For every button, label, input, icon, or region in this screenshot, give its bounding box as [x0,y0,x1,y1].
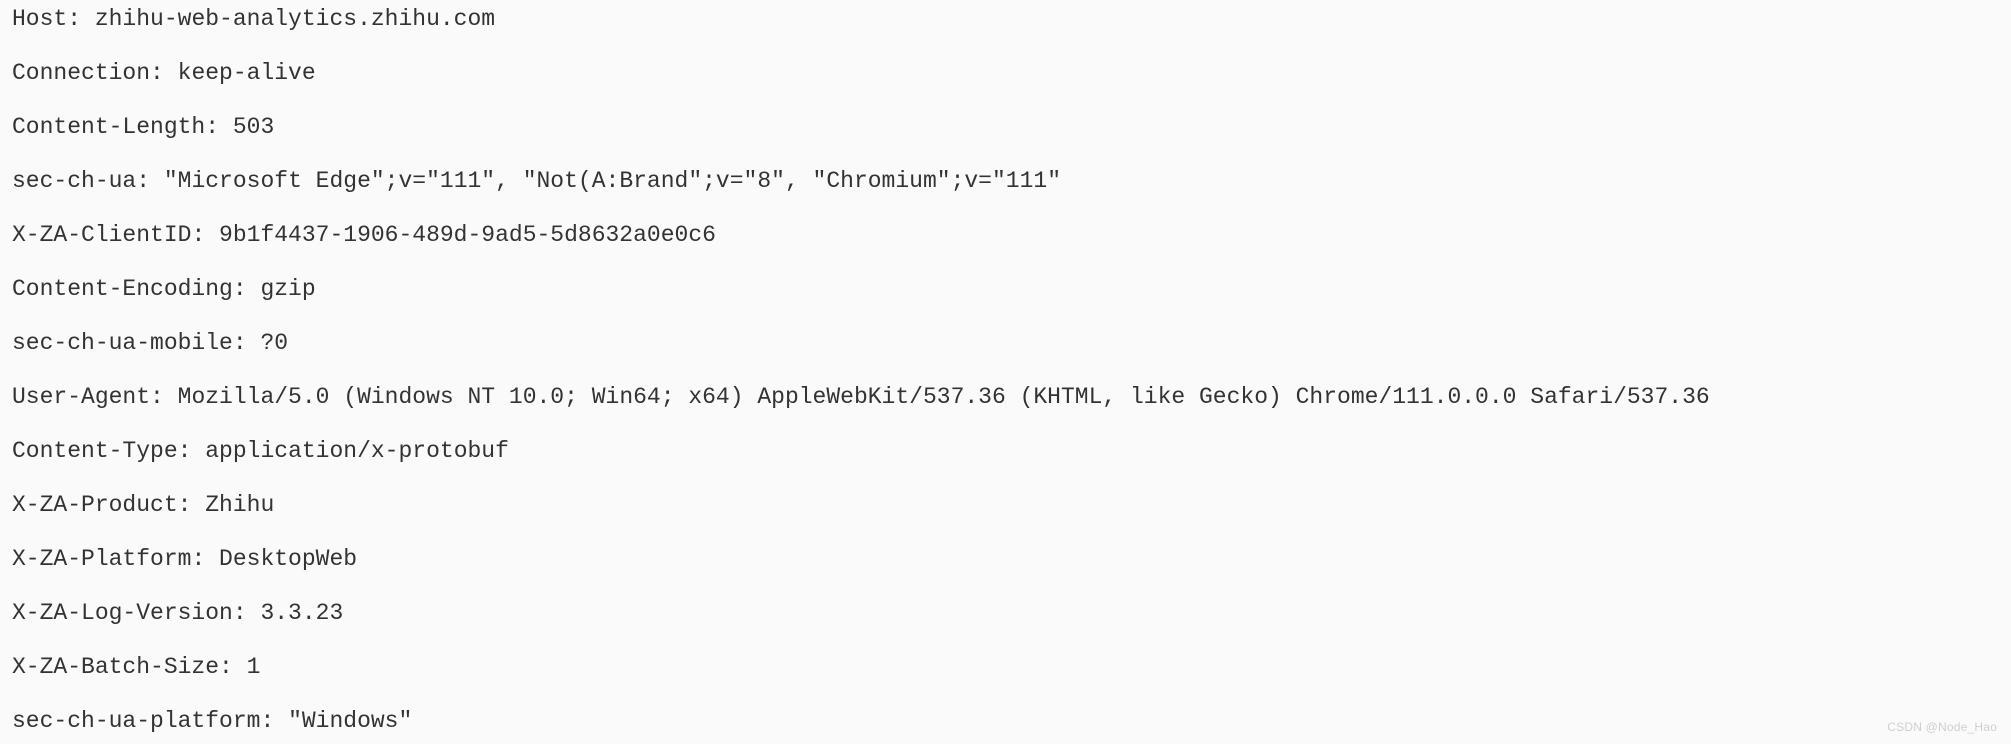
header-name: Host [12,6,67,32]
header-value: DesktopWeb [219,546,357,572]
header-row: X-ZA-Batch-Size: 1 [12,654,1999,681]
header-row: Connection: keep-alive [12,60,1999,87]
header-row: X-ZA-Log-Version: 3.3.23 [12,600,1999,627]
header-row: sec-ch-ua-mobile: ?0 [12,330,1999,357]
header-row: Content-Length: 503 [12,114,1999,141]
header-value: keep-alive [178,60,316,86]
header-name: X-ZA-Batch-Size [12,654,219,680]
header-name: X-ZA-Product [12,492,178,518]
header-name: User-Agent [12,384,150,410]
header-name: Content-Type [12,438,178,464]
header-row: Host: zhihu-web-analytics.zhihu.com [12,6,1999,33]
header-row: User-Agent: Mozilla/5.0 (Windows NT 10.0… [12,384,1999,411]
header-row: sec-ch-ua-platform: "Windows" [12,708,1999,735]
header-name: sec-ch-ua-platform [12,708,260,734]
header-value: zhihu-web-analytics.zhihu.com [95,6,495,32]
header-value: Zhihu [205,492,274,518]
http-headers-block: Host: zhihu-web-analytics.zhihu.com Conn… [0,0,2011,744]
header-value: "Windows" [288,708,412,734]
header-row: sec-ch-ua: "Microsoft Edge";v="111", "No… [12,168,1999,195]
header-name: Content-Length [12,114,205,140]
header-value: Mozilla/5.0 (Windows NT 10.0; Win64; x64… [178,384,1710,410]
header-value: gzip [260,276,315,302]
header-row: X-ZA-ClientID: 9b1f4437-1906-489d-9ad5-5… [12,222,1999,249]
header-name: Content-Encoding [12,276,233,302]
header-name: sec-ch-ua-mobile [12,330,233,356]
header-value: ?0 [260,330,288,356]
header-row: Content-Encoding: gzip [12,276,1999,303]
header-name: X-ZA-Log-Version [12,600,233,626]
header-value: "Microsoft Edge";v="111", "Not(A:Brand";… [164,168,1061,194]
header-name: X-ZA-ClientID [12,222,191,248]
header-value: application/x-protobuf [205,438,509,464]
header-row: Content-Type: application/x-protobuf [12,438,1999,465]
header-row: X-ZA-Product: Zhihu [12,492,1999,519]
header-value: 3.3.23 [260,600,343,626]
header-row: X-ZA-Platform: DesktopWeb [12,546,1999,573]
header-value: 1 [247,654,261,680]
header-name: sec-ch-ua [12,168,136,194]
header-value: 9b1f4437-1906-489d-9ad5-5d8632a0e0c6 [219,222,716,248]
header-value: 503 [233,114,274,140]
header-name: X-ZA-Platform [12,546,191,572]
header-name: Connection [12,60,150,86]
